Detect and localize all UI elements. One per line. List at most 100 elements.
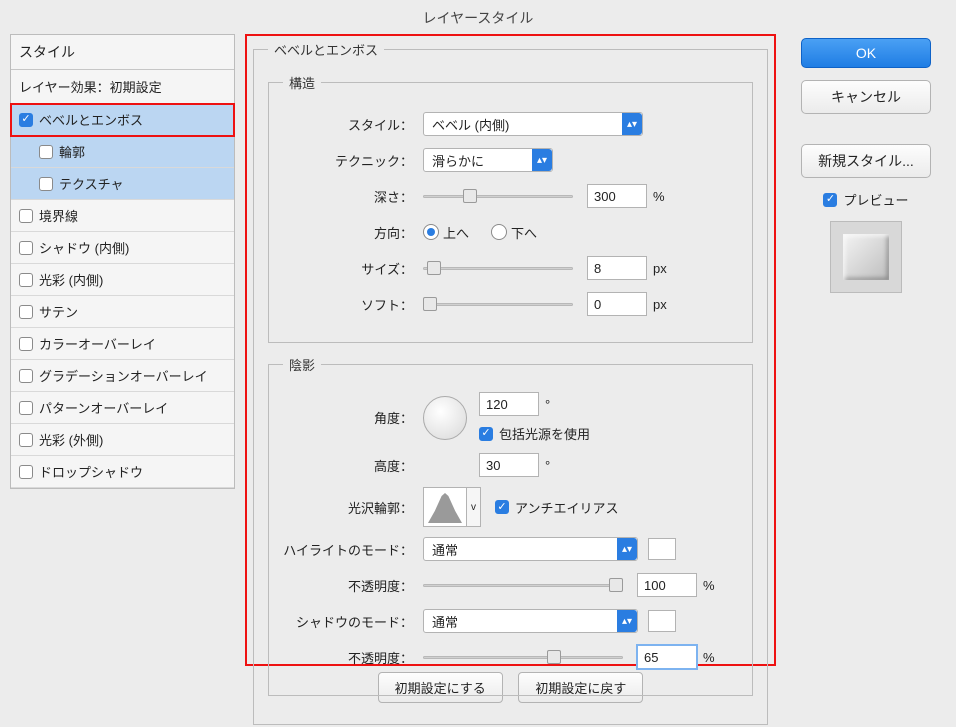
- global-light-checkbox[interactable]: ✓: [479, 427, 493, 441]
- style-item-9[interactable]: パターンオーバーレイ: [11, 392, 234, 424]
- style-item-label: テクスチャ: [59, 174, 123, 193]
- styles-header: スタイル: [11, 35, 234, 70]
- style-item-label: 境界線: [39, 206, 78, 225]
- altitude-input[interactable]: 30: [479, 453, 539, 477]
- style-item-label: ドロップシャドウ: [39, 462, 143, 481]
- style-checkbox[interactable]: [19, 337, 33, 351]
- chevron-updown-icon: ▴▾: [617, 610, 637, 632]
- size-unit: px: [653, 261, 667, 276]
- style-item-label: カラーオーバーレイ: [39, 334, 156, 353]
- highlight-frame: ベベルとエンボス 構造 スタイル： ベベル (内側)▴▾ テクニック： 滑らかに…: [245, 34, 776, 666]
- altitude-label: 高度：: [283, 456, 423, 475]
- shadow-color-swatch[interactable]: [648, 610, 676, 632]
- blending-options[interactable]: レイヤー効果：初期設定: [11, 70, 234, 104]
- technique-select[interactable]: 滑らかに▴▾: [423, 148, 553, 172]
- chevron-updown-icon: ▴▾: [622, 113, 642, 135]
- style-checkbox[interactable]: [19, 465, 33, 479]
- preview-checkbox[interactable]: ✓: [823, 193, 837, 207]
- styles-list: スタイル レイヤー効果：初期設定 ✓ ベベルとエンボス輪郭テクスチャ境界線シャドウ…: [10, 34, 235, 489]
- altitude-unit: °: [545, 458, 550, 473]
- style-item-label: グラデーションオーバーレイ: [39, 366, 208, 385]
- antialias-checkbox[interactable]: ✓: [495, 500, 509, 514]
- style-checkbox[interactable]: [39, 177, 53, 191]
- gloss-contour-picker[interactable]: [423, 487, 467, 527]
- preview-thumbnail: [830, 221, 902, 293]
- cancel-button[interactable]: キャンセル: [801, 80, 931, 114]
- antialias-label: アンチエイリアス: [515, 498, 618, 517]
- style-item-0[interactable]: ✓ ベベルとエンボス: [11, 104, 234, 136]
- style-label: スタイル：: [283, 115, 423, 134]
- shadow-opacity-input[interactable]: 65: [637, 645, 697, 669]
- size-input[interactable]: 8: [587, 256, 647, 280]
- soft-unit: px: [653, 297, 667, 312]
- style-checkbox[interactable]: [19, 241, 33, 255]
- direction-down-radio[interactable]: [491, 224, 507, 240]
- dialog-title: レイヤースタイル: [0, 0, 956, 34]
- style-checkbox[interactable]: ✓: [19, 113, 33, 127]
- style-checkbox[interactable]: [19, 401, 33, 415]
- style-item-6[interactable]: サテン: [11, 296, 234, 328]
- style-item-label: 光彩 (外側): [39, 430, 103, 449]
- angle-input[interactable]: 120: [479, 392, 539, 416]
- structure-legend: 構造: [283, 73, 321, 92]
- style-item-label: 光彩 (内側): [39, 270, 103, 289]
- style-select[interactable]: ベベル (内側)▴▾: [423, 112, 643, 136]
- style-item-label: シャドウ (内側): [39, 238, 129, 257]
- size-slider[interactable]: [423, 261, 573, 275]
- style-item-10[interactable]: 光彩 (外側): [11, 424, 234, 456]
- highlight-opacity-input[interactable]: 100: [637, 573, 697, 597]
- global-light-label: 包括光源を使用: [499, 424, 590, 443]
- highlight-opacity-slider[interactable]: [423, 578, 623, 592]
- shading-legend: 陰影: [283, 355, 321, 374]
- section-bevel-emboss: ベベルとエンボス: [268, 40, 384, 59]
- direction-label: 方向：: [283, 223, 423, 242]
- size-label: サイズ：: [283, 259, 423, 278]
- style-item-4[interactable]: シャドウ (内側): [11, 232, 234, 264]
- style-item-label: パターンオーバーレイ: [39, 398, 168, 417]
- soft-slider[interactable]: [423, 297, 573, 311]
- new-style-button[interactable]: 新規スタイル...: [801, 144, 931, 178]
- shadow-mode-select[interactable]: 通常▴▾: [423, 609, 638, 633]
- ok-button[interactable]: OK: [801, 38, 931, 68]
- depth-unit: %: [653, 189, 665, 204]
- preview-label: プレビュー: [843, 190, 908, 209]
- style-item-label: 輪郭: [59, 142, 85, 161]
- style-checkbox[interactable]: [39, 145, 53, 159]
- technique-label: テクニック：: [283, 151, 423, 170]
- style-checkbox[interactable]: [19, 369, 33, 383]
- shadow-mode-label: シャドウのモード：: [283, 612, 423, 631]
- gloss-contour-label: 光沢輪郭：: [283, 498, 423, 517]
- soft-label: ソフト：: [283, 295, 423, 314]
- style-item-3[interactable]: 境界線: [11, 200, 234, 232]
- shadow-opacity-slider[interactable]: [423, 650, 623, 664]
- depth-slider[interactable]: [423, 189, 573, 203]
- style-checkbox[interactable]: [19, 273, 33, 287]
- style-item-label: ベベルとエンボス: [39, 110, 143, 129]
- style-item-11[interactable]: ドロップシャドウ: [11, 456, 234, 488]
- soft-input[interactable]: 0: [587, 292, 647, 316]
- angle-dial[interactable]: [423, 396, 467, 440]
- highlight-mode-label: ハイライトのモード：: [283, 540, 423, 559]
- style-checkbox[interactable]: [19, 433, 33, 447]
- direction-up-radio[interactable]: [423, 224, 439, 240]
- depth-label: 深さ：: [283, 187, 423, 206]
- style-checkbox[interactable]: [19, 209, 33, 223]
- angle-label: 角度：: [283, 408, 423, 427]
- direction-down-label: 下へ: [511, 223, 537, 242]
- style-item-7[interactable]: カラーオーバーレイ: [11, 328, 234, 360]
- style-item-label: サテン: [39, 302, 78, 321]
- chevron-updown-icon: ▴▾: [532, 149, 552, 171]
- direction-up-label: 上へ: [443, 223, 469, 242]
- style-item-1[interactable]: 輪郭: [11, 136, 234, 168]
- style-item-8[interactable]: グラデーションオーバーレイ: [11, 360, 234, 392]
- angle-unit: °: [545, 397, 550, 412]
- gloss-contour-dropdown[interactable]: v: [467, 487, 481, 527]
- depth-input[interactable]: 300: [587, 184, 647, 208]
- style-checkbox[interactable]: [19, 305, 33, 319]
- style-item-5[interactable]: 光彩 (内側): [11, 264, 234, 296]
- style-item-2[interactable]: テクスチャ: [11, 168, 234, 200]
- highlight-color-swatch[interactable]: [648, 538, 676, 560]
- chevron-updown-icon: ▴▾: [617, 538, 637, 560]
- highlight-opacity-label: 不透明度：: [283, 576, 423, 595]
- highlight-mode-select[interactable]: 通常▴▾: [423, 537, 638, 561]
